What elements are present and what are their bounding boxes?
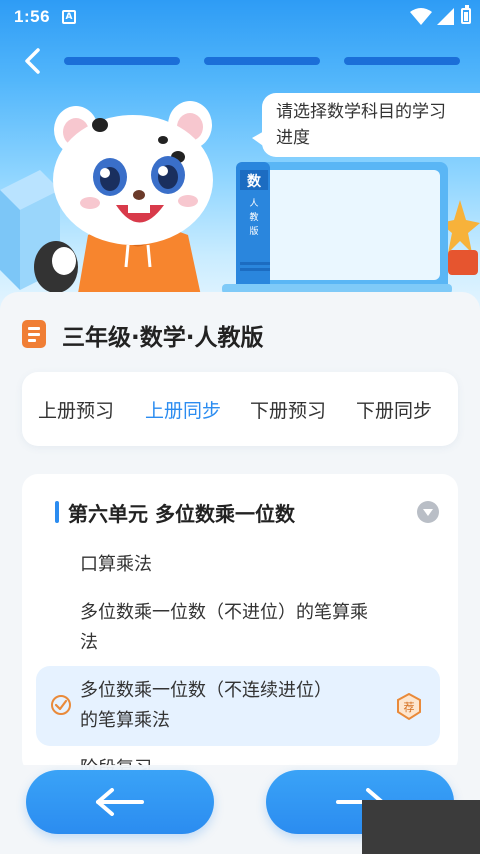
tab-first-sync[interactable]: 上册同步	[145, 396, 221, 423]
lesson-item-selected-label: 多位数乘一位数（不连续进位） 的笔算乘法	[80, 680, 332, 731]
progress-segment-1	[64, 57, 180, 65]
status-bar: 1:56 A	[0, 0, 480, 34]
svg-text:人: 人	[249, 198, 258, 209]
tab-first-preview[interactable]: 上册预习	[38, 396, 114, 423]
unit-title[interactable]: 第六单元 多位数乘一位数	[68, 498, 295, 527]
textbook-illustration: 数 人 教 版	[222, 162, 452, 294]
document-icon	[22, 320, 46, 348]
app-notification-icon: A	[62, 10, 76, 24]
lesson-item[interactable]: 口算乘法	[80, 550, 420, 580]
header-banner: 数 人 教 版 请选择数学科目的学习 进度 1:56 A	[0, 0, 480, 320]
wifi-icon	[410, 8, 432, 25]
recommend-badge-icon: 荐	[397, 693, 421, 721]
signal-icon	[437, 8, 454, 25]
speech-bubble: 请选择数学科目的学习 进度	[262, 93, 480, 157]
speech-text-line2: 进度	[276, 128, 310, 148]
progress-segment-3	[344, 57, 460, 65]
tab-second-preview[interactable]: 下册预习	[250, 396, 326, 423]
svg-text:教: 教	[249, 211, 258, 223]
speech-text-line1: 请选择数学科目的学习	[276, 102, 446, 122]
book-spine-math: 数	[247, 173, 262, 190]
arrow-left-icon	[96, 788, 144, 816]
back-button[interactable]	[18, 46, 48, 76]
watermark-overlay	[362, 800, 480, 854]
svg-text:荐: 荐	[404, 701, 415, 714]
progress-segment-2	[204, 57, 320, 65]
grade-title: 三年级·数学·人教版	[62, 325, 264, 351]
chevron-down-icon[interactable]	[417, 501, 439, 523]
lesson-item[interactable]: 多位数乘一位数（不进位）的笔算乘 法	[80, 598, 420, 658]
battery-icon	[461, 5, 471, 24]
unit-accent-bar	[55, 501, 59, 523]
svg-text:版: 版	[249, 225, 258, 237]
unit-card: 第六单元 多位数乘一位数 口算乘法 多位数乘一位数（不进位）的笔算乘 法 多位数…	[22, 474, 458, 774]
status-time: 1:56	[14, 7, 51, 26]
tab-second-sync[interactable]: 下册同步	[356, 396, 432, 423]
mascot-illustration	[34, 101, 213, 305]
semester-tabs: 上册预习 上册同步 下册预习 下册同步	[22, 372, 458, 446]
prev-button[interactable]	[26, 770, 214, 834]
check-circle-icon	[51, 695, 71, 715]
